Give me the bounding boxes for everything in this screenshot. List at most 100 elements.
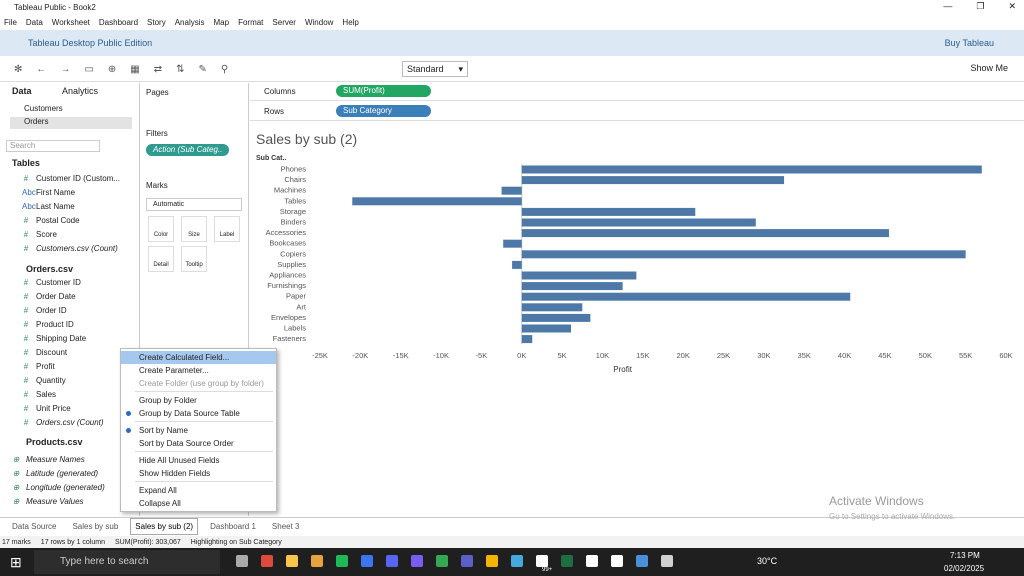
sheet-tab[interactable]: Sales by sub (2)	[130, 518, 199, 535]
taskbar-app-icon[interactable]	[361, 555, 373, 567]
field-item[interactable]: ⊕ Latitude (generated)	[12, 469, 98, 481]
field-item[interactable]: ⊕ Measure Names	[12, 455, 85, 467]
context-menu-item[interactable]: Create Calculated Field...	[121, 351, 276, 364]
rows-pill[interactable]: Sub Category	[336, 105, 431, 117]
field-item[interactable]: # Postal Code	[22, 216, 80, 228]
sort-asc-icon[interactable]: ⇅	[176, 64, 184, 75]
new-sheet-icon[interactable]: ▦	[130, 64, 139, 75]
clock-time[interactable]: 7:13 PM	[950, 551, 980, 560]
menu-file[interactable]: File	[4, 18, 17, 27]
context-menu-item[interactable]: Sort by Data Source Order	[121, 437, 276, 450]
menu-format[interactable]: Format	[238, 18, 263, 27]
mark-tooltip-button[interactable]: Tooltip	[181, 246, 207, 272]
back-icon[interactable]: ←	[36, 64, 46, 75]
context-menu-item[interactable]: Hide All Unused Fields	[121, 454, 276, 467]
tableau-icon[interactable]: ✻	[14, 64, 22, 75]
field-item[interactable]: # Discount	[22, 348, 67, 360]
field-item[interactable]: # Sales	[22, 390, 56, 402]
tab-analytics[interactable]: Analytics	[62, 86, 98, 96]
field-item[interactable]: ⊕ Longitude (generated)	[12, 483, 105, 495]
forward-icon[interactable]: →	[60, 64, 70, 75]
maximize-icon[interactable]: ❐	[976, 1, 984, 12]
filter-pill[interactable]: Action (Sub Categ..	[146, 144, 230, 156]
taskbar-app-icon[interactable]	[236, 555, 248, 567]
field-item[interactable]: # Customer ID	[22, 278, 81, 290]
context-menu-item[interactable]: Expand All	[121, 484, 276, 497]
taskbar-app-icon[interactable]	[536, 555, 548, 567]
swap-icon[interactable]: ⇄	[154, 64, 162, 75]
field-item[interactable]: # Order ID	[22, 306, 67, 318]
minimize-icon[interactable]: —	[943, 1, 952, 12]
field-item[interactable]: # Customers.csv (Count)	[22, 244, 118, 256]
products-table-header[interactable]: Products.csv	[26, 437, 83, 447]
columns-pill[interactable]: SUM(Profit)	[336, 85, 431, 97]
context-menu-item[interactable]: Group by Data Source Table	[121, 407, 276, 420]
menu-window[interactable]: Window	[305, 18, 333, 27]
taskbar-app-icon[interactable]	[436, 555, 448, 567]
context-menu-item[interactable]: Show Hidden Fields	[121, 467, 276, 480]
taskbar-app-icon[interactable]	[661, 555, 673, 567]
sheet-tab[interactable]: Sheet 3	[268, 519, 304, 534]
context-menu-item[interactable]: Collapse All	[121, 497, 276, 510]
taskbar-app-icon[interactable]	[486, 555, 498, 567]
datasource-customers[interactable]: Customers	[10, 104, 132, 116]
tab-data[interactable]: Data	[12, 86, 32, 96]
new-datasource-icon[interactable]: ⊕	[108, 64, 116, 75]
pin-icon[interactable]: ⚲	[221, 64, 228, 75]
taskbar-app-icon[interactable]	[336, 555, 348, 567]
field-item[interactable]: # Orders.csv (Count)	[22, 418, 104, 430]
datasource-orders[interactable]: Orders	[10, 117, 132, 129]
windows-start-icon[interactable]: ⊞	[10, 554, 22, 571]
fit-select[interactable]: Standard ▾	[402, 61, 468, 77]
field-item[interactable]: # Shipping Date	[22, 334, 87, 346]
taskbar-app-icon[interactable]	[311, 555, 323, 567]
field-item[interactable]: # Product ID	[22, 320, 74, 332]
mark-detail-button[interactable]: Detail	[148, 246, 174, 272]
field-item[interactable]: ⊕ Measure Values	[12, 497, 84, 509]
menu-map[interactable]: Map	[214, 18, 230, 27]
context-menu-item[interactable]: Create Parameter...	[121, 364, 276, 377]
menu-help[interactable]: Help	[342, 18, 358, 27]
taskbar-app-icon[interactable]	[511, 555, 523, 567]
menu-story[interactable]: Story	[147, 18, 166, 27]
buy-tableau-link[interactable]: Buy Tableau	[945, 38, 994, 48]
taskbar-app-icon[interactable]	[636, 555, 648, 567]
close-icon[interactable]: ✕	[1008, 1, 1016, 12]
weather-text[interactable]: 30°C	[757, 556, 777, 566]
mark-type-select[interactable]: Automatic	[146, 198, 242, 211]
taskbar-app-icon[interactable]	[586, 555, 598, 567]
field-item[interactable]: # Order Date	[22, 292, 76, 304]
clock-date[interactable]: 02/02/2025	[944, 564, 984, 573]
menu-worksheet[interactable]: Worksheet	[52, 18, 90, 27]
taskbar-app-icon[interactable]	[561, 555, 573, 567]
taskbar-app-icon[interactable]	[461, 555, 473, 567]
menu-data[interactable]: Data	[26, 18, 43, 27]
menu-analysis[interactable]: Analysis	[175, 18, 205, 27]
taskbar-app-icon[interactable]	[386, 555, 398, 567]
taskbar-app-icon[interactable]	[261, 555, 273, 567]
context-menu-item[interactable]: Sort by Name	[121, 424, 276, 437]
save-icon[interactable]: ▭	[84, 64, 93, 75]
show-me-button[interactable]: Show Me	[970, 63, 1008, 73]
context-menu-item[interactable]: Group by Folder	[121, 394, 276, 407]
taskbar-app-icon[interactable]	[411, 555, 423, 567]
mark-label-button[interactable]: Label	[214, 216, 240, 242]
mark-size-button[interactable]: Size	[181, 216, 207, 242]
orders-table-header[interactable]: Orders.csv	[26, 264, 73, 274]
field-item[interactable]: Abc Last Name	[22, 202, 75, 214]
field-item[interactable]: # Unit Price	[22, 404, 71, 416]
field-item[interactable]: # Customer ID (Custom...	[22, 174, 120, 186]
sheet-tab[interactable]: Dashboard 1	[206, 519, 260, 534]
menu-dashboard[interactable]: Dashboard	[99, 18, 138, 27]
sheet-tab[interactable]: Data Source	[8, 519, 60, 534]
taskbar-search[interactable]: Type here to search	[34, 550, 220, 574]
field-item[interactable]: Abc First Name	[22, 188, 75, 200]
field-item[interactable]: # Quantity	[22, 376, 66, 388]
taskbar-app-icon[interactable]	[286, 555, 298, 567]
mark-color-button[interactable]: Color	[148, 216, 174, 242]
sheet-tab[interactable]: Sales by sub	[68, 519, 122, 534]
menu-server[interactable]: Server	[272, 18, 296, 27]
field-item[interactable]: # Score	[22, 230, 57, 242]
taskbar-app-icon[interactable]	[611, 555, 623, 567]
highlight-icon[interactable]: ✎	[198, 64, 206, 75]
